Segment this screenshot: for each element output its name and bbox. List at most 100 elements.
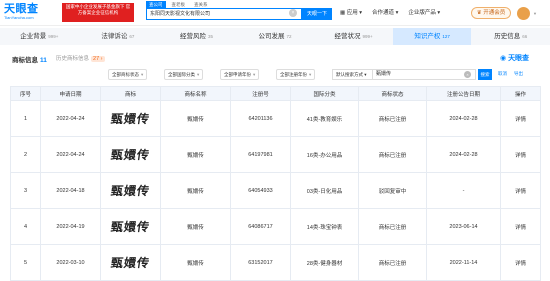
tab-background[interactable]: 企业背景 999+ bbox=[0, 28, 79, 45]
chevron-down-icon[interactable]: ▼ bbox=[533, 11, 537, 16]
cell-trademark-name[interactable]: 甄嬛传 bbox=[160, 100, 231, 137]
filter-apply-year[interactable]: 全部申请年份 ▾ bbox=[220, 69, 260, 80]
search-mode-label: 默认搜索方式 bbox=[336, 72, 363, 77]
chevron-down-icon: ▾ bbox=[309, 72, 312, 77]
detail-link[interactable]: 详情 bbox=[500, 244, 541, 281]
tab-ip[interactable]: 知识产权 127 bbox=[392, 28, 472, 45]
tab-count: 35 bbox=[207, 34, 213, 39]
cell-trademark-image[interactable]: 甄嬛传 bbox=[100, 136, 161, 173]
cell-apply-date: 2022-03-10 bbox=[40, 244, 101, 281]
tab-count: 999+ bbox=[48, 34, 59, 39]
cell-trademark-image[interactable]: 甄嬛传 bbox=[100, 100, 161, 137]
trademark-search-input[interactable]: 甄嬛传 bbox=[372, 69, 476, 80]
filter-label: 全部注册年份 bbox=[280, 72, 307, 77]
table-row: 2 2022-04-24 甄嬛传 甄嬛传 64197981 16类-办公用品 商… bbox=[10, 136, 541, 173]
cell-trademark-image[interactable]: 甄嬛传 bbox=[100, 208, 161, 245]
cell-index: 5 bbox=[10, 244, 41, 281]
cell-reg-number: 64197981 bbox=[230, 136, 291, 173]
tab-history[interactable]: 历史信息 66 bbox=[471, 28, 550, 45]
cell-pub-date: 2023-06-14 bbox=[426, 208, 501, 245]
tab-label: 企业背景 bbox=[20, 33, 47, 40]
col-header[interactable]: 注册公告日期 bbox=[426, 86, 501, 101]
cell-pub-date: - bbox=[426, 172, 501, 209]
filter-reg-year[interactable]: 全部注册年份 ▾ bbox=[276, 69, 316, 80]
history-trademark-link[interactable]: 历史商标信息 27 › bbox=[56, 54, 105, 62]
cell-pub-date: 2024-02-28 bbox=[426, 136, 501, 173]
cell-apply-date: 2022-04-24 bbox=[40, 100, 101, 137]
chevron-down-icon: ▾ bbox=[141, 72, 144, 77]
nav-enterprise-label: 企业版产品 bbox=[408, 10, 436, 16]
col-header: 商标状态 bbox=[358, 86, 427, 101]
trademark-image: 甄嬛传 bbox=[109, 256, 151, 270]
top-nav: ▦ 应用 ▾ 合作通道 ▾ 企业版产品 ▾ bbox=[340, 8, 440, 16]
tab-legal[interactable]: 法律诉讼 67 bbox=[79, 28, 158, 45]
cell-trademark-name[interactable]: 甄嬛传 bbox=[160, 136, 231, 173]
tab-label: 知识产权 bbox=[414, 33, 441, 40]
tab-count: 67 bbox=[129, 34, 135, 39]
cell-apply-date: 2022-04-24 bbox=[40, 136, 101, 173]
cell-class: 16类-办公用品 bbox=[290, 136, 359, 173]
cell-reg-number: 63152017 bbox=[230, 244, 291, 281]
tab-count: 127 bbox=[442, 34, 450, 39]
cell-class: 14类-珠宝钟表 bbox=[290, 208, 359, 245]
search-mode-select[interactable]: 默认搜索方式 ▾ bbox=[332, 69, 372, 80]
nav-partner-label: 合作通道 bbox=[372, 10, 395, 16]
trademark-image: 甄嬛传 bbox=[109, 184, 151, 198]
top-bar: 天眼查 TianYancha.com 国家中小企业发展子基金旗下 官方备案企业征… bbox=[0, 0, 550, 26]
filter-label: 全部商标状态 bbox=[112, 72, 139, 77]
detail-link[interactable]: 详情 bbox=[500, 208, 541, 245]
col-header: 注册号 bbox=[230, 86, 291, 101]
avatar[interactable] bbox=[517, 7, 530, 20]
search-button[interactable]: 天眼一下 bbox=[302, 8, 332, 20]
nav-apps-label: 应用 bbox=[346, 10, 358, 16]
table-row: 3 2022-04-18 甄嬛传 甄嬛传 64054933 03类-日化用品 驳… bbox=[10, 172, 541, 209]
cell-class: 03类-日化用品 bbox=[290, 172, 359, 209]
tab-risk[interactable]: 经营风险 35 bbox=[157, 28, 236, 45]
cell-trademark-image[interactable]: 甄嬛传 bbox=[100, 172, 161, 209]
trademark-image: 甄嬛传 bbox=[109, 112, 151, 126]
col-header: 序号 bbox=[10, 86, 41, 101]
detail-link[interactable]: 详情 bbox=[500, 172, 541, 209]
cell-status: 商标已注册 bbox=[358, 136, 427, 173]
history-label: 历史商标信息 bbox=[56, 56, 90, 62]
table-header-row: 序号 申请日期 商标 商标名称 注册号 国际分类 商标状态 注册公告日期 操作 bbox=[10, 86, 541, 101]
cell-trademark-name[interactable]: 甄嬛传 bbox=[160, 208, 231, 245]
site-logo[interactable]: 天眼查 TianYancha.com bbox=[4, 3, 58, 23]
clear-search-icon[interactable]: × bbox=[289, 9, 297, 17]
cell-status: 商标已注册 bbox=[358, 244, 427, 281]
cell-trademark-name[interactable]: 甄嬛传 bbox=[160, 244, 231, 281]
col-header[interactable]: 申请日期 bbox=[40, 86, 101, 101]
cancel-link[interactable]: 取消 bbox=[498, 71, 507, 77]
filter-class[interactable]: 全部国际分类 ▾ bbox=[164, 69, 204, 80]
section-tabs: 企业背景 999+ 法律诉讼 67 经营风险 35 公司发展 72 经营状况 999+ 知… bbox=[0, 28, 550, 45]
cell-trademark-image[interactable]: 甄嬛传 bbox=[100, 244, 161, 281]
section-count: 11 bbox=[40, 57, 47, 64]
clear-filter-icon[interactable]: × bbox=[464, 71, 471, 78]
export-link[interactable]: 导出 bbox=[514, 71, 523, 77]
cell-class: 41类-教育娱乐 bbox=[290, 100, 359, 137]
cell-index: 3 bbox=[10, 172, 41, 209]
nav-enterprise[interactable]: 企业版产品 ▾ bbox=[408, 8, 440, 16]
nav-apps[interactable]: ▦ 应用 ▾ bbox=[340, 8, 362, 16]
tab-label: 经营状况 bbox=[334, 33, 361, 40]
brand-logo-text: 天眼查 bbox=[508, 55, 530, 62]
cell-status: 商标已注册 bbox=[358, 100, 427, 137]
trademark-search-button[interactable]: 搜索 bbox=[478, 69, 492, 80]
search-input[interactable]: 东阳同天影视文化有限公司 bbox=[146, 8, 302, 20]
filter-status[interactable]: 全部商标状态 ▾ bbox=[108, 69, 148, 80]
cell-trademark-name[interactable]: 甄嬛传 bbox=[160, 172, 231, 209]
detail-link[interactable]: 详情 bbox=[500, 136, 541, 173]
tab-label: 经营风险 bbox=[179, 33, 206, 40]
tab-development[interactable]: 公司发展 72 bbox=[236, 28, 315, 45]
trademark-image: 甄嬛传 bbox=[109, 220, 151, 234]
vip-button[interactable]: ♛ 开通会员 bbox=[471, 7, 511, 19]
chevron-down-icon: ▾ bbox=[197, 72, 200, 77]
col-header: 商标名称 bbox=[160, 86, 231, 101]
cell-status: 驳回复审中 bbox=[358, 172, 427, 209]
tab-count: 999+ bbox=[362, 34, 373, 39]
tab-operation[interactable]: 经营状况 999+ bbox=[314, 28, 393, 45]
nav-partner[interactable]: 合作通道 ▾ bbox=[372, 8, 398, 16]
detail-link[interactable]: 详情 bbox=[500, 100, 541, 137]
cell-status: 商标已注册 bbox=[358, 208, 427, 245]
cell-reg-number: 64201136 bbox=[230, 100, 291, 137]
